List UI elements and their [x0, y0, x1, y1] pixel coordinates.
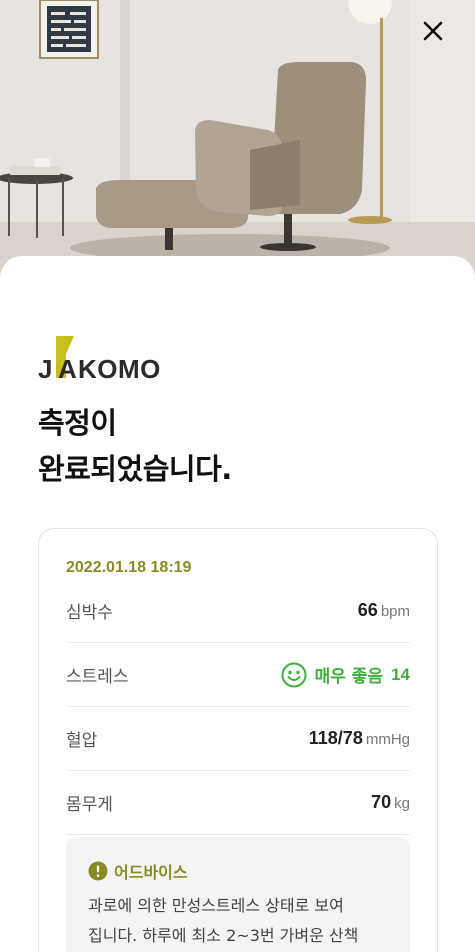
blood-pressure-row: 혈압 118/78 mmHg	[66, 707, 410, 771]
row-label: 혈압	[66, 731, 98, 751]
hero-image	[0, 0, 475, 290]
heart-rate-value: 66 bpm	[358, 600, 410, 621]
svg-text:A: A	[58, 354, 77, 382]
row-label: 몸무게	[66, 795, 113, 815]
result-sheet: J A KOMO 측정이 완료되었습니다. 2022.01.18 18:19 심…	[0, 256, 475, 952]
value-unit: mmHg	[365, 731, 410, 748]
page-title: 측정이 완료되었습니다.	[38, 400, 232, 492]
advice-line: 과로에 의한 만성스트레스 상태로 보여	[88, 896, 344, 915]
stress-value: 매우 좋음 14	[281, 662, 410, 688]
advice-text: 과로에 의한 만성스트레스 상태로 보여 집니다. 하루에 최소 2~3번 가벼…	[88, 891, 393, 951]
close-button[interactable]	[422, 20, 458, 56]
weight-row: 몸무게 70 kg	[66, 771, 410, 835]
title-line: 완료되었습니다.	[38, 452, 232, 486]
heart-rate-row: 심박수 66 bpm	[66, 579, 410, 643]
advice-header: 어드바이스	[88, 859, 188, 883]
row-label: 스트레스	[66, 667, 129, 687]
smile-face-icon	[281, 662, 307, 687]
title-line: 측정이	[38, 406, 117, 440]
measurement-card: 2022.01.18 18:19 심박수 66 bpm 스트레스 매우 좋음 1…	[38, 528, 438, 952]
stress-status: 매우 좋음	[314, 667, 384, 687]
advice-title: 어드바이스	[114, 863, 188, 882]
blood-pressure-value: 118/78 mmHg	[309, 728, 410, 749]
value-number: 66	[357, 600, 378, 620]
svg-text:KOMO: KOMO	[78, 354, 161, 382]
value-number: 70	[371, 792, 392, 812]
row-label: 심박수	[66, 603, 113, 623]
svg-text:J: J	[38, 354, 52, 382]
brand-logo: J A KOMO	[38, 336, 168, 384]
weight-value: 70 kg	[371, 792, 410, 813]
value-unit: bpm	[380, 603, 410, 620]
advice-box: 어드바이스 과로에 의한 만성스트레스 상태로 보여 집니다. 하루에 최소 2…	[66, 837, 410, 952]
exclamation-circle-icon	[88, 861, 108, 881]
value-unit: kg	[394, 795, 410, 812]
close-icon	[423, 21, 443, 41]
measure-datetime: 2022.01.18 18:19	[66, 559, 192, 576]
stress-score: 14	[391, 664, 410, 684]
advice-line: 집니다. 하루에 최소 2~3번 가벼운 산책	[88, 926, 359, 945]
stress-row: 스트레스 매우 좋음 14	[66, 643, 410, 707]
value-number: 118/78	[308, 728, 363, 748]
